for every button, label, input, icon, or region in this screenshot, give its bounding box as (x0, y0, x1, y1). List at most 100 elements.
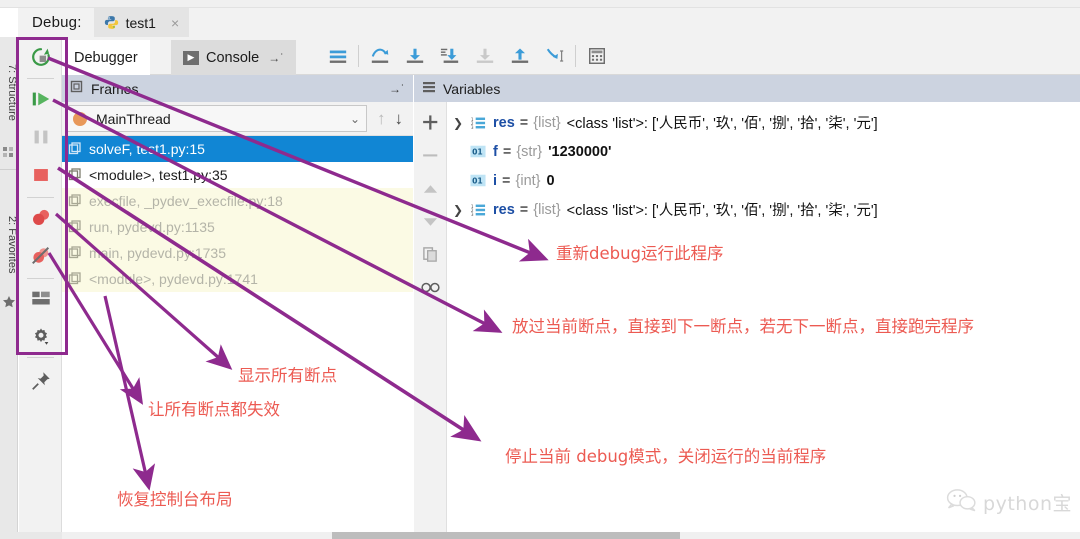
run-configuration-tab[interactable]: test1 × (93, 8, 190, 37)
copy-icon (423, 247, 437, 262)
primitive-type-icon: 01 (469, 174, 487, 187)
variables-title: Variables (443, 80, 501, 97)
move-watch-down-button[interactable] (414, 205, 447, 238)
annotation-mute-breakpoints-label: 让所有断点都失效 (148, 400, 280, 419)
step-out-button[interactable] (502, 37, 537, 75)
expand-chevron-icon[interactable]: ❯ (447, 116, 469, 130)
minus-icon (423, 154, 438, 157)
debug-tabs-row: Debugger ▶ Console →˙ (62, 37, 1080, 75)
frame-down-button[interactable]: ↓ (395, 109, 404, 129)
detach-icon[interactable]: →˙ (268, 51, 284, 65)
primitive-type-icon: 01 (469, 145, 487, 158)
python-file-icon (104, 15, 119, 30)
list-item-label: main, pydevd.py:1735 (89, 245, 226, 261)
frame-up-button[interactable]: ↑ (377, 109, 386, 129)
thread-name: MainThread (96, 110, 171, 127)
remove-watch-button[interactable] (414, 139, 447, 172)
run-to-cursor-button[interactable] (537, 37, 572, 75)
step-into-my-code-button[interactable] (467, 37, 502, 75)
triangle-down-icon (423, 217, 438, 226)
step-into-button[interactable] (397, 37, 432, 75)
list-type-icon: 1 2 3 (469, 203, 487, 217)
variable-type: {int} (515, 172, 541, 189)
debug-title-bar: Debug: test1 × (18, 8, 1080, 37)
pycharm-debug-window: Debug: test1 × 7: Structure 2: Favorites… (0, 0, 1080, 539)
svg-text:3: 3 (471, 125, 474, 130)
run-configuration-name: test1 (125, 14, 156, 31)
close-icon[interactable]: × (171, 15, 179, 31)
frame-icon (68, 272, 82, 286)
variables-side-toolbar (414, 102, 447, 532)
variable-value: 0 (546, 172, 555, 189)
step-into-my-code-icon (476, 48, 493, 63)
wechat-icon (946, 488, 976, 517)
calculator-icon (588, 48, 605, 64)
highlight-box-debug-actions (16, 37, 68, 355)
variable-value: <class 'list'>: ['人民币', '玖', '佰', '捌', '… (566, 203, 878, 219)
list-item[interactable]: execfile, _pydev_execfile.py:18 (62, 188, 413, 214)
list-item-label: <module>, pydevd.py:1741 (89, 271, 258, 287)
pin-tab-button[interactable] (19, 363, 62, 399)
triangle-up-icon (423, 184, 438, 193)
list-item[interactable]: <module>, test1.py:35 (62, 162, 413, 188)
frames-pane: Frames →˙ MainThread ⌄ ↑ ↓ solveF, test1… (62, 75, 413, 532)
add-watch-button[interactable] (414, 106, 447, 139)
list-item[interactable]: <module>, pydevd.py:1741 (62, 266, 413, 292)
star-icon (2, 295, 16, 309)
evaluate-expression-button[interactable] (579, 37, 614, 75)
variable-type: {list} (533, 201, 561, 218)
tab-debugger[interactable]: Debugger (62, 40, 150, 75)
show-execution-point-button[interactable] (320, 37, 355, 75)
svg-text:01: 01 (472, 147, 483, 156)
list-item[interactable]: run, pydevd.py:1135 (62, 214, 413, 240)
run-to-cursor-icon (546, 48, 563, 62)
move-watch-up-button[interactable] (414, 172, 447, 205)
step-out-icon (511, 48, 528, 63)
step-over-button[interactable] (362, 37, 397, 75)
force-step-into-button[interactable] (432, 37, 467, 75)
variable-row[interactable]: ❯ 01 i = {int} 0 (447, 166, 1080, 195)
expand-chevron-icon[interactable]: ❯ (447, 203, 469, 217)
glasses-icon (421, 282, 440, 293)
variable-name: res (493, 201, 515, 218)
list-item-label: <module>, test1.py:35 (89, 167, 228, 183)
console-play-icon: ▶ (183, 50, 199, 65)
variable-value: <class 'list'>: ['人民币', '玖', '佰', '捌', '… (566, 116, 878, 132)
thread-dropdown[interactable]: MainThread ⌄ (66, 105, 367, 132)
thread-selector-row: MainThread ⌄ ↑ ↓ (62, 102, 413, 136)
list-type-icon: 1 2 3 (469, 116, 487, 130)
pin-icon (31, 372, 50, 390)
variable-name: res (493, 114, 515, 131)
list-item[interactable]: solveF, test1.py:15 (62, 136, 413, 162)
tab-debugger-label: Debugger (74, 49, 138, 66)
structure-icon (2, 145, 16, 159)
hide-pane-icon[interactable]: →˙ (389, 82, 405, 96)
annotation-resume-label: 放过当前断点，直接到下一断点，若无下一断点，直接跑完程序 (512, 317, 974, 336)
list-item-label: run, pydevd.py:1135 (89, 219, 215, 235)
plus-icon (423, 115, 438, 130)
watches-button[interactable] (414, 271, 447, 304)
variable-row[interactable]: ❯ 1 2 3 res = {list} <class 'list'>: ['人… (447, 195, 1080, 224)
frame-icon (68, 220, 82, 234)
frame-nav-buttons: ↑ ↓ (367, 109, 413, 129)
copy-value-button[interactable] (414, 238, 447, 271)
debug-bar-empty (189, 8, 1080, 37)
frame-icon (68, 246, 82, 260)
scrollbar-thumb[interactable] (332, 532, 680, 539)
annotation-restore-layout-label: 恢复控制台布局 (117, 490, 233, 509)
horizontal-scrollbar[interactable] (62, 532, 1080, 539)
variable-row[interactable]: ❯ 1 2 3 res = {list} <class 'list'>: ['人… (447, 108, 1080, 137)
force-step-into-icon (440, 48, 458, 63)
variable-value: '1230000' (548, 143, 612, 160)
window-top-strip (0, 0, 1080, 8)
list-item-label: execfile, _pydev_execfile.py:18 (89, 193, 283, 209)
stepping-toolbar (320, 37, 614, 75)
frame-icon (68, 194, 82, 208)
watermark: python宝 (946, 488, 1072, 517)
list-item[interactable]: main, pydevd.py:1735 (62, 240, 413, 266)
variables-pane-header: Variables (414, 75, 1080, 102)
variable-row[interactable]: ❯ 01 f = {str} '1230000' (447, 137, 1080, 166)
variable-type: {str} (516, 143, 543, 160)
frames-icon (70, 80, 84, 97)
tab-console[interactable]: ▶ Console →˙ (171, 40, 297, 75)
